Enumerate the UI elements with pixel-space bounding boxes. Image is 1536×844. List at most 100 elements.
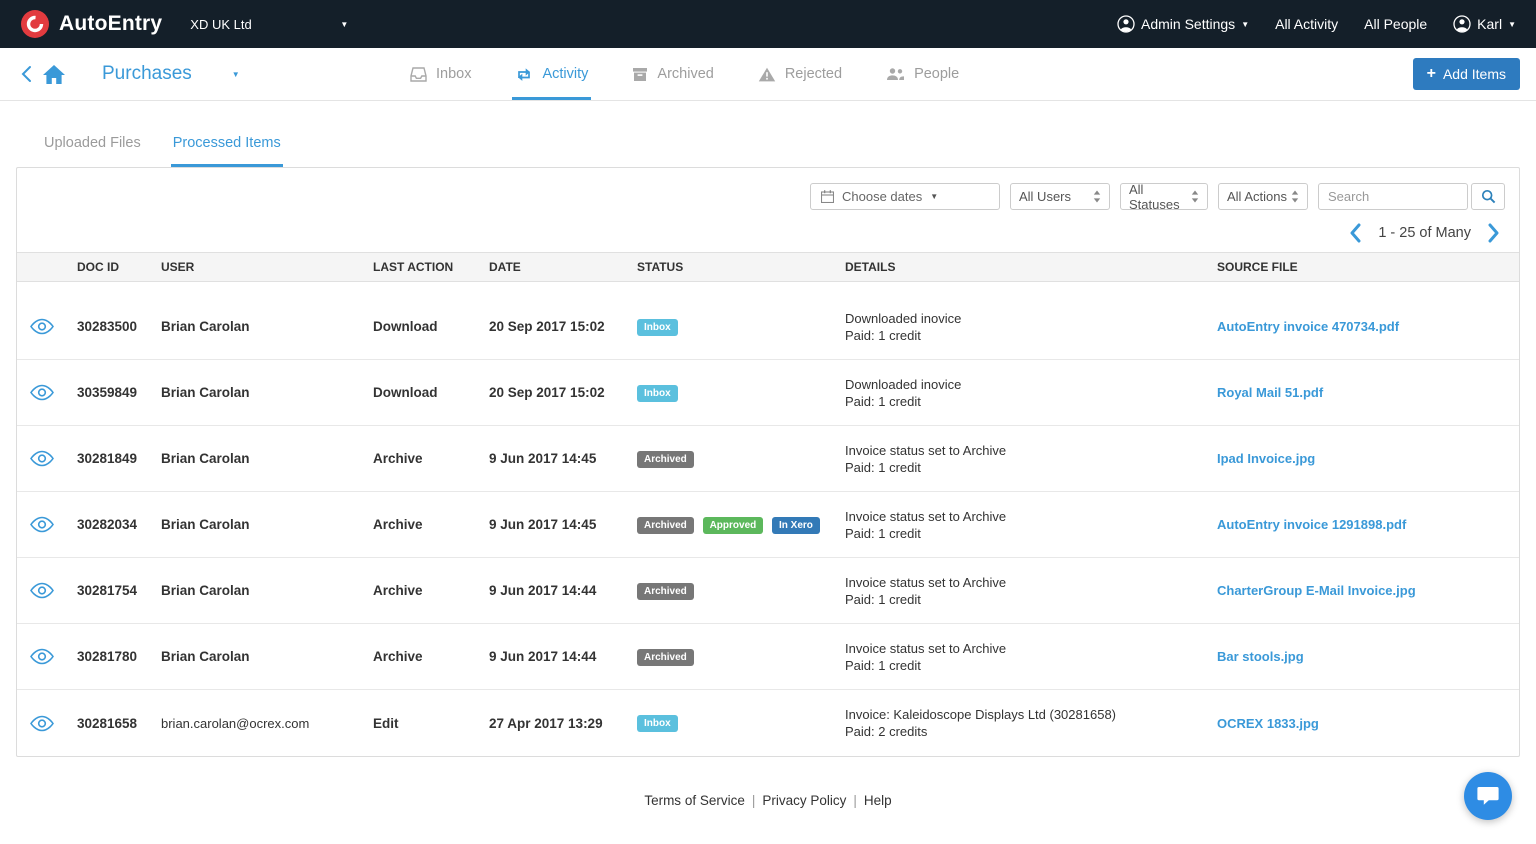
user: Brian Carolan xyxy=(161,385,250,400)
date: 9 Jun 2017 14:44 xyxy=(489,583,597,598)
terms-of-service-link[interactable]: Terms of Service xyxy=(644,793,745,808)
source-file-link[interactable]: CharterGroup E-Mail Invoice.jpg xyxy=(1217,583,1519,598)
processed-items-panel: Choose dates ▼ All Users All Statuses Al… xyxy=(16,167,1520,757)
col-last-action: LAST ACTION xyxy=(373,260,454,274)
subtab-processed-items[interactable]: Processed Items xyxy=(170,127,283,167)
user-circle-icon xyxy=(1117,15,1135,33)
company-selector[interactable]: XD UK Ltd ▼ xyxy=(190,17,348,32)
all-activity-link[interactable]: All Activity xyxy=(1275,16,1338,32)
subtab-label: Processed Items xyxy=(172,135,281,151)
date: 9 Jun 2017 14:45 xyxy=(489,517,597,532)
status-cell: Inbox xyxy=(637,318,845,336)
status-cell: Archived xyxy=(637,450,845,468)
status-cell: Inbox xyxy=(637,384,845,402)
search-button[interactable] xyxy=(1471,183,1505,210)
page-title[interactable]: Purchases xyxy=(102,63,192,85)
view-document-icon[interactable] xyxy=(17,318,77,335)
source-file-link[interactable]: OCREX 1833.jpg xyxy=(1217,716,1519,731)
tab-people[interactable]: People xyxy=(883,48,962,100)
chat-launcher-button[interactable] xyxy=(1464,772,1512,820)
footer: Terms of Service | Privacy Policy | Help xyxy=(0,793,1536,808)
admin-settings-menu[interactable]: Admin Settings ▼ xyxy=(1117,15,1249,33)
subtab-label: Uploaded Files xyxy=(44,135,141,151)
plus-icon: + xyxy=(1426,65,1436,82)
back-chevron-icon[interactable] xyxy=(20,65,32,83)
tab-activity[interactable]: Activity xyxy=(512,48,592,100)
details-line1: Invoice status set to Archive xyxy=(845,574,1007,590)
last-action: Archive xyxy=(373,649,423,664)
source-file-link[interactable]: Royal Mail 51.pdf xyxy=(1217,385,1519,400)
tab-label: Rejected xyxy=(784,66,843,82)
home-icon[interactable] xyxy=(42,64,66,85)
view-document-icon[interactable] xyxy=(17,582,77,599)
col-details: DETAILS xyxy=(845,260,896,274)
col-user: USER xyxy=(161,260,195,274)
brand: AutoEntry xyxy=(20,9,162,39)
table-header: DOC ID USER LAST ACTION DATE STATUS DETA… xyxy=(17,252,1519,282)
chevron-down-icon: ▼ xyxy=(340,19,349,29)
table-row: 30281658 brian.carolan@ocrex.com Edit 27… xyxy=(17,690,1519,756)
details-line2: Paid: 1 credit xyxy=(845,657,921,673)
view-document-icon[interactable] xyxy=(17,715,77,732)
updown-caret-icon xyxy=(1093,190,1101,203)
col-status: STATUS xyxy=(637,260,684,274)
all-people-link[interactable]: All People xyxy=(1364,16,1427,32)
last-action: Edit xyxy=(373,715,399,731)
source-file-link[interactable]: AutoEntry invoice 1291898.pdf xyxy=(1217,517,1519,532)
activity-icon xyxy=(515,67,533,82)
user: Brian Carolan xyxy=(161,451,250,466)
source-file-link[interactable]: Ipad Invoice.jpg xyxy=(1217,451,1519,466)
pagination: 1 - 25 of Many xyxy=(17,210,1519,252)
help-link[interactable]: Help xyxy=(864,793,892,808)
tab-archived[interactable]: Archived xyxy=(629,48,716,100)
tab-label: Archived xyxy=(657,66,714,82)
details: Invoice status set to Archive Paid: 1 cr… xyxy=(845,640,1217,674)
view-document-icon[interactable] xyxy=(17,648,77,665)
view-document-icon[interactable] xyxy=(17,450,77,467)
pagination-range: 1 - 25 of Many xyxy=(1378,225,1471,241)
add-items-button[interactable]: + Add Items xyxy=(1412,58,1520,90)
details-line2: Paid: 1 credit xyxy=(845,393,921,409)
source-file-link[interactable]: AutoEntry invoice 470734.pdf xyxy=(1217,319,1519,334)
choose-dates-button[interactable]: Choose dates ▼ xyxy=(810,183,1000,210)
status-badge: Inbox xyxy=(637,318,678,336)
status-badge: Archived xyxy=(637,582,694,600)
user: Brian Carolan xyxy=(161,319,250,334)
view-document-icon[interactable] xyxy=(17,384,77,401)
details-line1: Invoice: Kaleidoscope Displays Ltd (3028… xyxy=(845,707,1117,722)
last-action: Download xyxy=(373,319,438,334)
user: Brian Carolan xyxy=(161,517,250,532)
actions-filter-select[interactable]: All Actions xyxy=(1218,183,1308,210)
tab-rejected[interactable]: Rejected xyxy=(755,48,845,100)
user-menu[interactable]: Karl ▼ xyxy=(1453,15,1516,33)
next-page-icon[interactable] xyxy=(1487,223,1501,243)
col-source-file: SOURCE FILE xyxy=(1217,260,1298,274)
details-line1: Invoice status set to Archive xyxy=(845,640,1007,656)
privacy-policy-link[interactable]: Privacy Policy xyxy=(762,793,846,808)
tab-label: Activity xyxy=(542,66,589,82)
chevron-down-icon[interactable]: ▼ xyxy=(232,70,240,79)
status-badge: Archived xyxy=(637,516,694,534)
page-header: Purchases ▼ Inbox Activity Archived Reje… xyxy=(0,48,1536,101)
status-cell: Archived xyxy=(637,582,845,600)
status-badge: Archived xyxy=(637,450,694,468)
actions-filter-value: All Actions xyxy=(1227,189,1287,204)
previous-page-icon[interactable] xyxy=(1348,223,1362,243)
details-line2: Paid: 1 credit xyxy=(845,591,921,607)
warning-triangle-icon xyxy=(758,67,776,82)
view-document-icon[interactable] xyxy=(17,516,77,533)
tab-inbox[interactable]: Inbox xyxy=(407,48,474,100)
details: Invoice status set to Archive Paid: 1 cr… xyxy=(845,574,1217,608)
subtab-uploaded-files[interactable]: Uploaded Files xyxy=(42,127,143,167)
search-input[interactable] xyxy=(1318,183,1468,210)
status-badge: Inbox xyxy=(637,715,678,732)
details: Downloaded inovice Paid: 1 credit xyxy=(845,376,1217,410)
date: 20 Sep 2017 15:02 xyxy=(489,319,605,334)
admin-settings-label: Admin Settings xyxy=(1141,16,1236,32)
users-filter-select[interactable]: All Users xyxy=(1010,183,1110,210)
user: Brian Carolan xyxy=(161,649,250,664)
statuses-filter-select[interactable]: All Statuses xyxy=(1120,182,1208,212)
table-row: 30281780 Brian Carolan Archive 9 Jun 201… xyxy=(17,624,1519,690)
source-file-link[interactable]: Bar stools.jpg xyxy=(1217,649,1519,664)
details-line1: Downloaded inovice xyxy=(845,376,962,392)
